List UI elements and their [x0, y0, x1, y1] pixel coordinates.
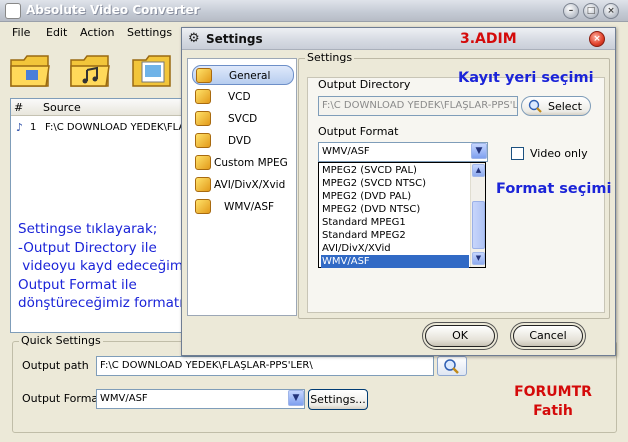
format-dropdown-list[interactable]: MPEG2 (SVCD PAL) MPEG2 (SVCD NTSC) MPEG2…: [318, 162, 486, 268]
maximize-icon[interactable]: □: [583, 3, 599, 19]
nav-avi-divx-xvid[interactable]: AVI/DivX/Xvid: [192, 175, 294, 195]
step-label: 3.ADIM: [460, 31, 517, 47]
credit-fatih: Fatih: [533, 403, 573, 419]
nav-dvd[interactable]: DVD: [192, 131, 294, 151]
chevron-down-icon[interactable]: ▼: [471, 143, 487, 159]
format-option[interactable]: Standard MPEG1: [321, 216, 469, 229]
credit-forumtr: FORUMTR: [514, 384, 592, 400]
dvd-icon: [195, 133, 211, 148]
gear-icon: ⚙: [188, 31, 200, 46]
nav-svcd[interactable]: SVCD: [192, 109, 294, 129]
format-option[interactable]: AVI/DivX/XVid: [321, 242, 469, 255]
browse-output-button[interactable]: [437, 356, 467, 376]
output-directory-label: Output Directory: [318, 78, 411, 91]
nav-vcd[interactable]: VCD: [192, 87, 294, 107]
output-format-label: Output Format: [22, 392, 103, 405]
video-only-label: Video only: [530, 147, 588, 160]
close-icon[interactable]: ×: [603, 3, 619, 19]
select-directory-button[interactable]: Select: [521, 96, 591, 116]
format-option[interactable]: MPEG2 (SVCD PAL): [321, 164, 469, 177]
output-path-label: Output path: [22, 359, 89, 372]
settings-title: Settings: [206, 32, 263, 46]
main-title-bar[interactable]: Absolute Video Converter – □ ×: [0, 0, 628, 22]
scroll-up-icon[interactable]: ▲: [472, 164, 485, 177]
add-file-icon[interactable]: [8, 48, 52, 92]
nav-general[interactable]: General: [192, 65, 294, 85]
row-source: F:\C DOWNLOAD YEDEK\FLA: [45, 122, 186, 133]
output-directory-field[interactable]: F:\C DOWNLOAD YEDEK\FLAŞLAR-PPS'LER\: [318, 96, 518, 116]
quick-settings-legend: Quick Settings: [19, 334, 103, 347]
scroll-thumb[interactable]: [472, 201, 485, 249]
minimize-icon[interactable]: –: [563, 3, 579, 19]
main-window-title: Absolute Video Converter: [26, 3, 200, 17]
scroll-down-icon[interactable]: ▼: [472, 252, 485, 265]
column-source[interactable]: Source: [43, 101, 81, 114]
format-option[interactable]: MPEG2 (DVD PAL): [321, 190, 469, 203]
custom-mpeg-icon: [195, 155, 211, 170]
format-option[interactable]: MPEG2 (DVD NTSC): [321, 203, 469, 216]
output-format-select[interactable]: WMV/ASF: [96, 389, 305, 409]
nav-wmv-asf[interactable]: WMV/ASF: [192, 197, 294, 217]
format-option[interactable]: MPEG2 (SVCD NTSC): [321, 177, 469, 190]
output-path-field[interactable]: F:\C DOWNLOAD YEDEK\FLAŞLAR-PPS'LER\: [96, 356, 434, 376]
vcd-icon: [195, 89, 211, 104]
wmv-icon: [195, 199, 211, 214]
settings-nav: General VCD SVCD DVD Custom MPEG AVI/Div…: [187, 58, 297, 316]
toolbar: [0, 44, 190, 96]
menu-edit[interactable]: Edit: [46, 26, 67, 39]
dialog-close-icon[interactable]: ×: [589, 31, 605, 47]
add-music-icon[interactable]: [68, 48, 112, 92]
general-icon: [196, 68, 212, 83]
nav-custom-mpeg[interactable]: Custom MPEG: [192, 153, 294, 173]
menu-action[interactable]: Action: [80, 26, 114, 39]
chevron-down-icon[interactable]: ▼: [288, 390, 304, 406]
settings-title-bar[interactable]: ⚙ Settings 3.ADIM ×: [182, 28, 615, 50]
column-index[interactable]: #: [14, 101, 23, 114]
app-icon: [5, 3, 21, 19]
settings-button[interactable]: Settings...: [308, 389, 368, 410]
ok-button[interactable]: OK: [425, 325, 495, 347]
output-format-combo[interactable]: WMV/ASF: [318, 142, 488, 162]
output-format-label-dialog: Output Format: [318, 125, 399, 138]
add-image-icon[interactable]: [130, 48, 174, 92]
cancel-button[interactable]: Cancel: [513, 325, 583, 347]
video-only-checkbox[interactable]: [511, 147, 524, 160]
video-file-icon: ♪: [16, 121, 24, 134]
annotation-format-choice: Format seçimi: [496, 181, 612, 197]
main-window: Absolute Video Converter – □ × File Edit…: [0, 0, 628, 442]
format-option[interactable]: Standard MPEG2: [321, 229, 469, 242]
list-item[interactable]: ♪ 1 F:\C DOWNLOAD YEDEK\FLA: [11, 119, 187, 136]
magnifier-icon: [444, 359, 459, 374]
list-header: # Source: [11, 99, 187, 116]
svcd-icon: [195, 111, 211, 126]
menu-file[interactable]: File: [12, 26, 30, 39]
format-option-selected[interactable]: WMV/ASF: [321, 255, 469, 268]
avi-icon: [195, 177, 211, 192]
annotation-save-location: Kayıt yeri seçimi: [458, 70, 594, 86]
select-button-label: Select: [548, 100, 582, 113]
magnifier-icon: [528, 99, 542, 113]
settings-group-legend: Settings: [305, 51, 355, 64]
row-index: 1: [30, 122, 37, 133]
dropdown-scrollbar[interactable]: ▲ ▼: [470, 163, 485, 267]
menu-settings[interactable]: Settings: [127, 26, 172, 39]
